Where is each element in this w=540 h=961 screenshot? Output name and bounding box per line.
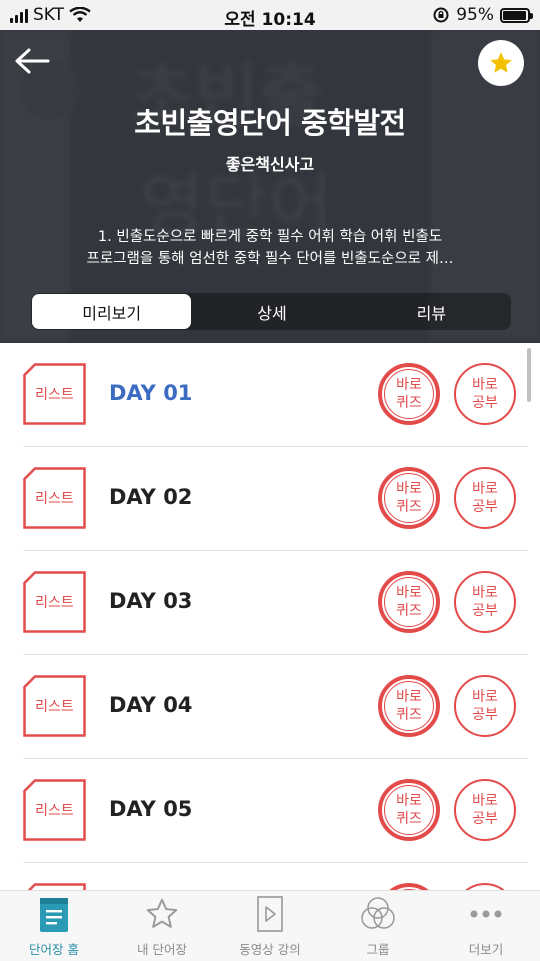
study-label: 바로 [472, 377, 498, 393]
book-title: 초빈출영단어 중학발전 [134, 106, 406, 140]
study-label: 공부 [472, 395, 498, 411]
list-button[interactable]: 리스트 [23, 883, 86, 890]
list-label: 리스트 [35, 699, 74, 715]
quiz-label: 바로 [396, 481, 422, 497]
status-right: 95% [432, 5, 533, 25]
nav-my-wordbook[interactable]: 내 단어장 [108, 891, 216, 961]
day-title[interactable]: DAY 02 [109, 485, 192, 509]
quiz-label: 바로 [396, 585, 422, 601]
battery-icon [500, 7, 533, 23]
quick-study-button[interactable]: 바로공부 [454, 571, 516, 633]
description-line: 프로그램을 통해 엄선한 중학 필수 단어를 빈출도순으로 제… [86, 251, 454, 267]
quiz-label: 바로 [396, 689, 422, 705]
study-label: 바로 [472, 585, 498, 601]
bottom-nav: 단어장 홈 내 단어장 동영상 강의 그룹 더보기 [0, 890, 540, 961]
list-button[interactable]: 리스트 [23, 571, 86, 633]
quick-quiz-inner: 바로퀴즈 [384, 785, 434, 835]
quick-quiz-inner: 바로퀴즈 [384, 577, 434, 627]
nav-group[interactable]: 그룹 [324, 891, 432, 961]
list-label: 리스트 [35, 387, 74, 403]
day-row: 리스트 DAY 03 바로 퀴즈 바로 공부 [23, 551, 528, 655]
list-label: 리스트 [35, 595, 74, 611]
study-label: 공부 [472, 707, 498, 723]
nav-label: 단어장 홈 [29, 942, 79, 957]
group-icon [358, 891, 398, 937]
quick-study-button[interactable]: 바로공부 [454, 883, 516, 890]
day-row: 리스트 바로퀴즈 바로공부 [23, 863, 528, 890]
back-button[interactable] [12, 44, 52, 78]
quick-quiz-button[interactable]: 바로퀴즈 [378, 571, 440, 633]
book-description: 1. 빈출도순으로 빠르게 중학 필수 어휘 학습 어휘 빈출도 프로그램을 통… [0, 226, 540, 270]
study-label: 공부 [472, 499, 498, 515]
publisher: 좋은책신사고 [225, 155, 315, 174]
quick-quiz-button[interactable]: 바로퀴즈 [378, 467, 440, 529]
study-label: 공부 [472, 603, 498, 619]
nav-label: 더보기 [468, 942, 504, 957]
day-title[interactable]: DAY 04 [109, 693, 192, 717]
quick-study-button[interactable]: 바로공부 [454, 675, 516, 737]
quiz-label: 퀴즈 [396, 603, 422, 619]
tab-bar: 미리보기 상세 리뷰 [31, 293, 511, 330]
book-header: 초빈출 영단어 SKT 오전 10:14 95% [0, 0, 540, 343]
nav-label: 동영상 강의 [239, 942, 301, 957]
nav-wordbook-home[interactable]: 단어장 홈 [0, 891, 108, 961]
day-row: 리스트 DAY 01 바로 퀴즈 바로 공부 [23, 343, 528, 447]
nav-video-lecture[interactable]: 동영상 강의 [216, 891, 324, 961]
book-icon [37, 891, 71, 937]
battery-percent: 95% [456, 5, 494, 25]
study-label: 공부 [472, 811, 498, 827]
description-line: 1. 빈출도순으로 빠르게 중학 필수 어휘 학습 어휘 빈출도 [97, 229, 443, 245]
nav-label: 내 단어장 [137, 942, 187, 957]
quick-quiz-button[interactable]: 바로퀴즈 [378, 675, 440, 737]
video-icon [255, 891, 285, 937]
star-icon [490, 52, 512, 73]
day-row: 리스트 DAY 02 바로 퀴즈 바로 공부 [23, 447, 528, 551]
day-title[interactable]: DAY 03 [109, 589, 192, 613]
favorite-button[interactable] [478, 40, 524, 86]
day-title[interactable]: DAY 05 [109, 797, 192, 821]
day-row: 리스트 DAY 04 바로 퀴즈 바로 공부 [23, 655, 528, 759]
list-label: 리스트 [35, 491, 74, 507]
status-bar: SKT 오전 10:14 95% [0, 0, 540, 30]
quick-quiz-button[interactable]: 바로퀴즈 [378, 779, 440, 841]
nav-label: 그룹 [366, 942, 390, 957]
scrollbar[interactable] [527, 348, 531, 402]
quick-quiz-button[interactable]: 바로퀴즈 [378, 883, 440, 890]
quiz-label: 바로 [396, 793, 422, 809]
tab-preview[interactable]: 미리보기 [32, 294, 192, 329]
arrow-left-icon [15, 48, 50, 74]
quick-study-button[interactable]: 바로공부 [454, 779, 516, 841]
day-title[interactable]: DAY 01 [109, 381, 192, 405]
study-label: 바로 [472, 689, 498, 705]
tab-detail[interactable]: 상세 [192, 293, 351, 330]
orientation-lock-icon [433, 7, 449, 23]
quick-study-button[interactable]: 바로공부 [454, 467, 516, 529]
star-outline-icon [143, 891, 181, 937]
more-icon [466, 891, 506, 937]
quick-study-button[interactable]: 바로공부 [454, 363, 516, 425]
day-list[interactable]: 리스트 DAY 01 바로 퀴즈 바로 공부 리스트 DAY 02 바로 퀴즈 바로 공부 리스트 DAY… [0, 343, 540, 890]
list-button[interactable]: 리스트 [23, 363, 86, 425]
list-button[interactable]: 리스트 [23, 467, 86, 529]
quick-quiz-inner: 바로퀴즈 [384, 369, 434, 419]
quick-quiz-inner: 바로퀴즈 [384, 473, 434, 523]
nav-more[interactable]: 더보기 [432, 891, 540, 961]
study-label: 바로 [472, 481, 498, 497]
quiz-label: 퀴즈 [396, 395, 422, 411]
tab-review[interactable]: 리뷰 [352, 293, 511, 330]
quick-quiz-inner: 바로퀴즈 [384, 681, 434, 731]
quiz-label: 퀴즈 [396, 811, 422, 827]
quiz-label: 퀴즈 [396, 707, 422, 723]
list-button[interactable]: 리스트 [23, 675, 86, 737]
document-icon [27, 883, 86, 890]
list-label: 리스트 [35, 803, 74, 819]
day-row: 리스트 DAY 05 바로 퀴즈 바로 공부 [23, 759, 528, 863]
quick-quiz-button[interactable]: 바로퀴즈 [378, 363, 440, 425]
list-button[interactable]: 리스트 [23, 779, 86, 841]
quiz-label: 퀴즈 [396, 499, 422, 515]
study-label: 바로 [472, 793, 498, 809]
quiz-label: 바로 [396, 377, 422, 393]
